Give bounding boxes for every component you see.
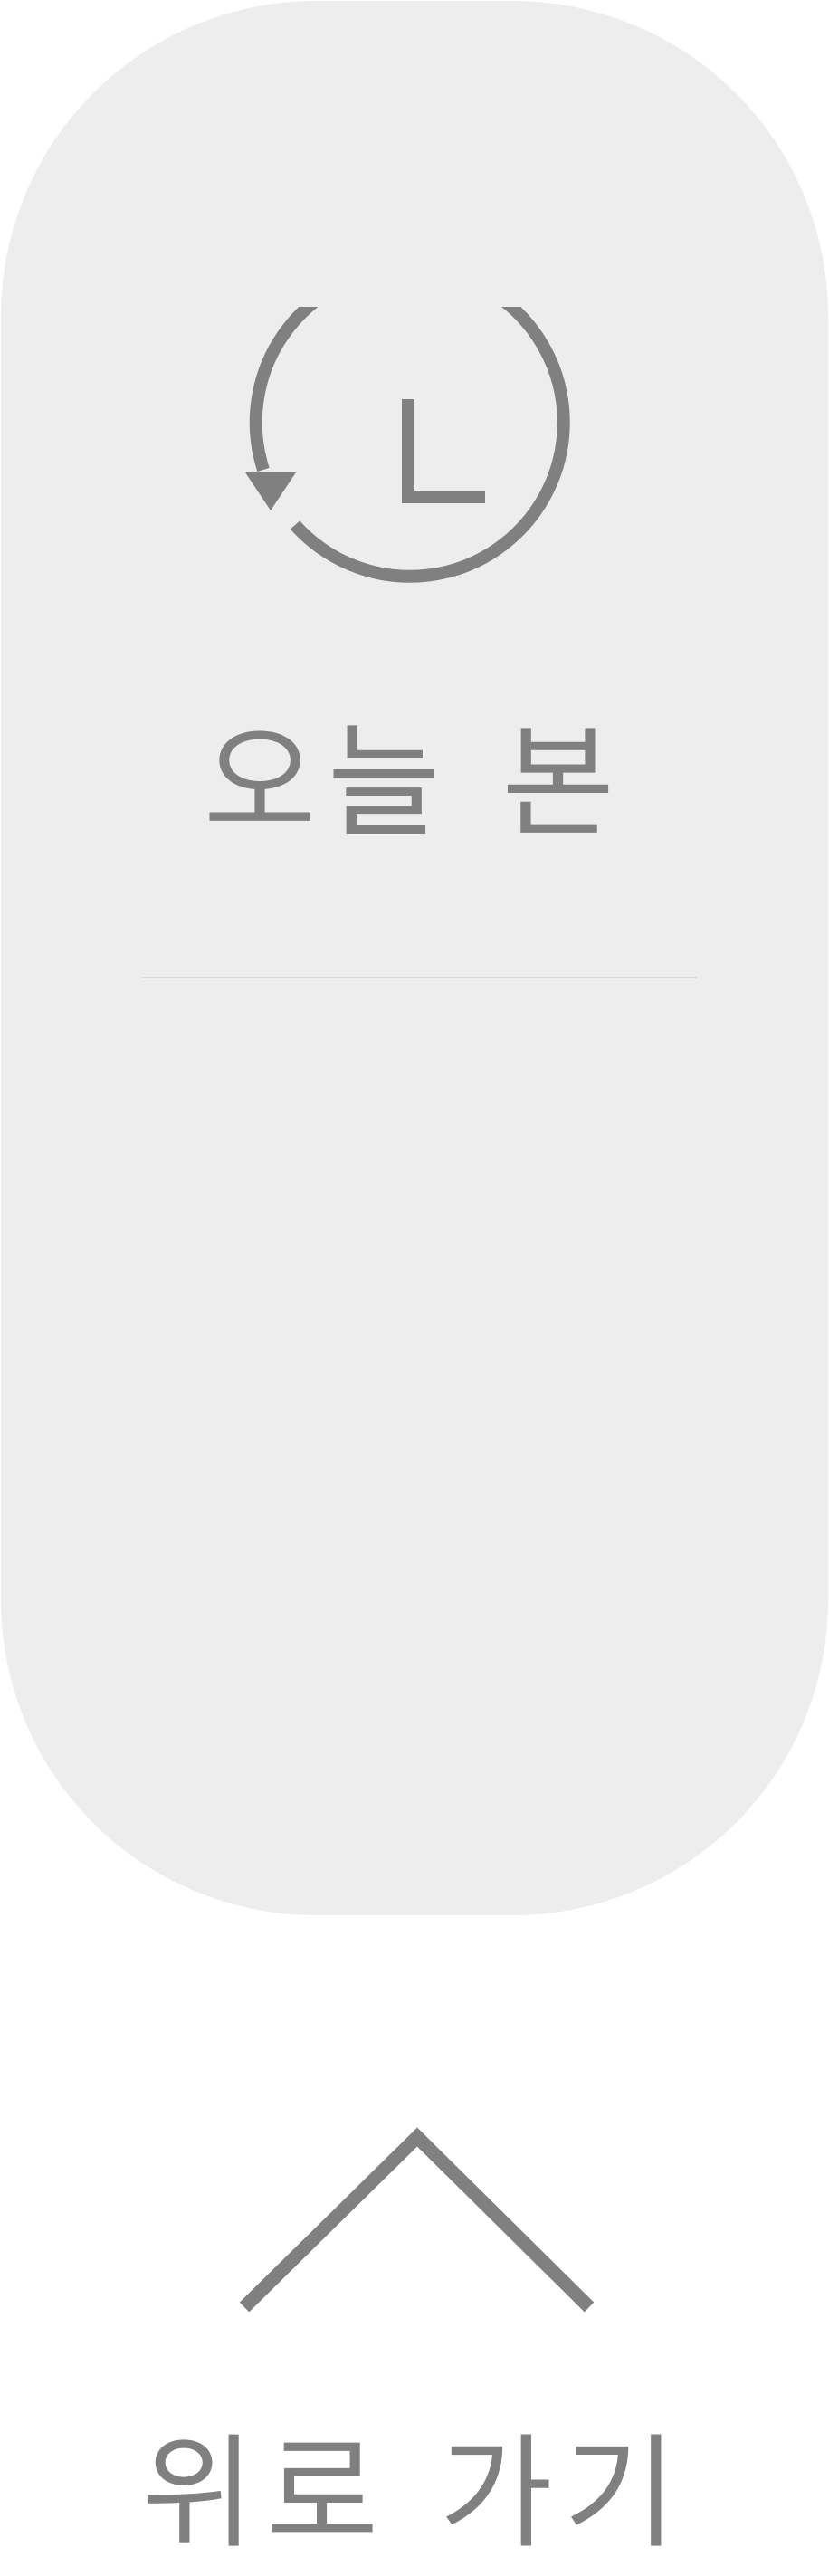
recent-viewed-button[interactable]: 오늘 본 bbox=[1, 1, 828, 906]
scroll-to-top-button[interactable]: 위로 가기 bbox=[1, 987, 828, 2566]
side-quick-panel: 오늘 본 위로 가기 bbox=[1, 1, 828, 2566]
scroll-to-top-label: 위로 가기 bbox=[141, 2423, 688, 2566]
recent-viewed-label: 오늘 본 bbox=[203, 712, 626, 855]
chevron-up-icon bbox=[239, 2127, 595, 2313]
divider bbox=[142, 977, 697, 978]
history-clock-icon bbox=[245, 307, 570, 583]
